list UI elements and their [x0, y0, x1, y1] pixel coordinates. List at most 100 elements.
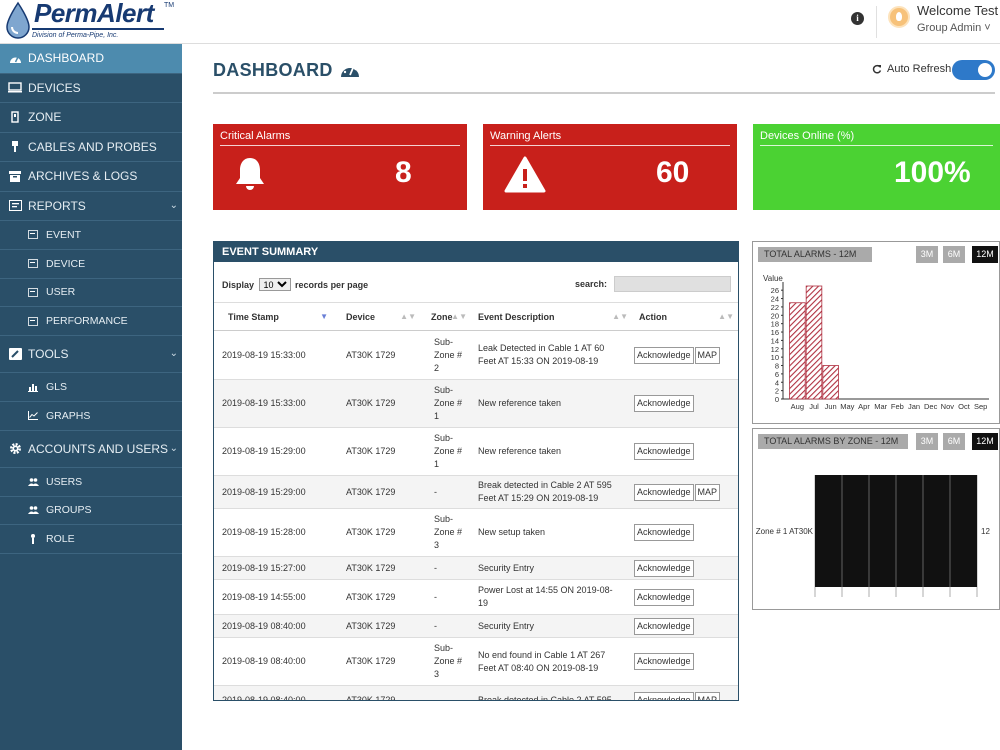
- zone-cell: Sub- Zone # 3: [420, 637, 471, 686]
- acknowledge-button[interactable]: Acknowledge: [634, 524, 694, 541]
- device-cell: AT30K 1729: [332, 614, 420, 638]
- column-header-action[interactable]: Action ▲▼: [632, 302, 738, 331]
- sidebar-item-zone[interactable]: ZONE: [0, 103, 182, 133]
- acknowledge-button[interactable]: Acknowledge: [634, 617, 694, 635]
- range-12m-button[interactable]: 12M: [972, 246, 998, 263]
- sidebar-item-devices[interactable]: DEVICES: [0, 74, 182, 103]
- trademark: TM: [164, 2, 175, 9]
- column-header-description[interactable]: Event Description ▲▼: [471, 302, 632, 331]
- zone-cell: -: [420, 579, 471, 615]
- sidebar-item-label: ARCHIVES & LOGS: [28, 169, 138, 184]
- timestamp-cell: 2019-08-19 15:29:00: [214, 475, 332, 509]
- x-tick-label: Oct: [958, 402, 971, 411]
- report-icon: [8, 199, 22, 213]
- permalert-logo[interactable]: PermAlert TM Division of Perma-Pipe, Inc…: [4, 0, 182, 43]
- sidebar-item-groups[interactable]: GROUPS: [0, 497, 182, 526]
- card-value: 60: [656, 156, 690, 189]
- info-icon[interactable]: i: [851, 12, 864, 25]
- page-title: DASHBOARD: [213, 60, 333, 80]
- range-12m-button[interactable]: 12M: [972, 433, 998, 450]
- sidebar-item-users[interactable]: USERS: [0, 468, 182, 497]
- y-tick-label: 6: [775, 370, 779, 379]
- auto-refresh-toggle[interactable]: [952, 60, 995, 80]
- sidebar-item-dashboard[interactable]: DASHBOARD: [0, 44, 182, 74]
- page-size-select[interactable]: 10: [258, 278, 291, 291]
- sidebar-item-event[interactable]: EVENT: [0, 221, 182, 250]
- sort-icon: ▲▼: [400, 312, 416, 321]
- sidebar-item-archives[interactable]: ARCHIVES & LOGS: [0, 162, 182, 192]
- table-row: 2019-08-19 08:40:00 AT30K 1729- Security E…: [214, 614, 738, 638]
- sort-icon: ▲▼: [718, 312, 734, 321]
- sidebar-item-reports[interactable]: REPORTS ⌄: [0, 192, 182, 221]
- acknowledge-button[interactable]: Acknowledge: [634, 443, 694, 460]
- sidebar-item-user[interactable]: USER: [0, 279, 182, 308]
- bar: [805, 285, 823, 400]
- bell-icon: [236, 158, 264, 190]
- y-tick-label: 22: [771, 303, 779, 312]
- event-table: Time Stamp ▼ Device ▲▼ Zone ▲▼ Event Descri…: [214, 302, 738, 700]
- y-tick-label: 24: [771, 295, 779, 304]
- chevron-down-icon: ⌄: [169, 348, 178, 360]
- sidebar-item-tools[interactable]: TOOLS ⌄: [0, 336, 182, 374]
- range-3m-button[interactable]: 3M: [916, 246, 938, 263]
- column-header-device[interactable]: Device ▲▼: [332, 302, 420, 331]
- sidebar-item-device[interactable]: DEVICE: [0, 250, 182, 279]
- y-axis-label: Value: [763, 274, 783, 283]
- acknowledge-button[interactable]: Acknowledge: [634, 395, 694, 412]
- map-button[interactable]: MAP: [694, 346, 721, 364]
- page-size-control: Display 10 records per page: [222, 278, 368, 291]
- range-3m-button[interactable]: 3M: [916, 433, 938, 450]
- sidebar: DASHBOARD DEVICES ZONE CABLES AND PROBES…: [0, 44, 182, 750]
- search-input[interactable]: [614, 276, 731, 292]
- sidebar-item-accounts[interactable]: ACCOUNTS AND USERS ⌄: [0, 431, 182, 468]
- sidebar-item-cables[interactable]: CABLES AND PROBES: [0, 133, 182, 162]
- device-cell: AT30K 1729: [332, 475, 420, 509]
- timestamp-cell: 2019-08-19 08:40:00: [214, 614, 332, 638]
- device-cell: AT30K 1729: [332, 579, 420, 615]
- timestamp-cell: 2019-08-19 08:40:00: [214, 685, 332, 700]
- sidebar-item-performance[interactable]: PERFORMANCE: [0, 307, 182, 337]
- device-cell: AT30K 1729: [332, 508, 420, 557]
- role-dropdown[interactable]: Group Admin ˅: [917, 22, 991, 34]
- acknowledge-button[interactable]: Acknowledge: [634, 559, 694, 577]
- sidebar-item-graphs[interactable]: GRAPHS: [0, 402, 182, 431]
- refresh-icon[interactable]: [872, 64, 882, 74]
- acknowledge-button[interactable]: Acknowledge: [634, 346, 694, 364]
- y-tick-label: 12: [771, 345, 779, 354]
- warning-alerts-card[interactable]: Warning Alerts 60: [483, 124, 737, 210]
- sidebar-item-role[interactable]: ROLE: [0, 525, 182, 555]
- map-button[interactable]: MAP: [694, 692, 721, 700]
- avatar[interactable]: [888, 6, 910, 28]
- zone-cell: -: [420, 475, 471, 509]
- x-tick-label: Aug: [791, 402, 804, 411]
- card-label: Critical Alarms: [220, 130, 291, 142]
- users-icon: [26, 475, 40, 489]
- column-header-zone[interactable]: Zone ▲▼: [420, 302, 471, 331]
- acknowledge-button[interactable]: Acknowledge: [634, 483, 694, 501]
- column-header-timestamp[interactable]: Time Stamp ▼: [214, 302, 332, 331]
- critical-alarms-card[interactable]: Critical Alarms 8: [213, 124, 467, 210]
- sidebar-item-gls[interactable]: GLS: [0, 373, 182, 402]
- map-button[interactable]: MAP: [694, 483, 721, 501]
- sidebar-item-label: CABLES AND PROBES: [28, 139, 157, 154]
- y-tick-label: 18: [771, 320, 779, 329]
- sidebar-item-label: DEVICES: [28, 80, 81, 95]
- range-6m-button[interactable]: 6M: [943, 246, 965, 263]
- y-tick-label: 20: [771, 311, 779, 320]
- brand-subtitle: Division of Perma-Pipe, Inc.: [32, 32, 119, 39]
- acknowledge-button[interactable]: Acknowledge: [634, 588, 694, 606]
- zone-icon: [8, 110, 22, 124]
- bar: [822, 365, 839, 400]
- description-cell: No end found in Cable 1 AT 267 Feet AT 0…: [471, 637, 632, 686]
- devices-online-card[interactable]: Devices Online (%) 100%: [753, 124, 1000, 210]
- sidebar-item-label: DEVICE: [46, 257, 86, 270]
- acknowledge-button[interactable]: Acknowledge: [634, 653, 694, 670]
- sidebar-item-label: PERFORMANCE: [46, 315, 128, 328]
- acknowledge-button[interactable]: Acknowledge: [634, 692, 694, 700]
- sort-icon: ▲▼: [612, 312, 628, 321]
- range-6m-button[interactable]: 6M: [943, 433, 965, 450]
- y-tick-label: 26: [771, 286, 779, 295]
- report-sub-icon: [26, 257, 40, 271]
- sidebar-item-label: TOOLS: [28, 347, 69, 362]
- action-cell: Acknowledge: [632, 508, 738, 557]
